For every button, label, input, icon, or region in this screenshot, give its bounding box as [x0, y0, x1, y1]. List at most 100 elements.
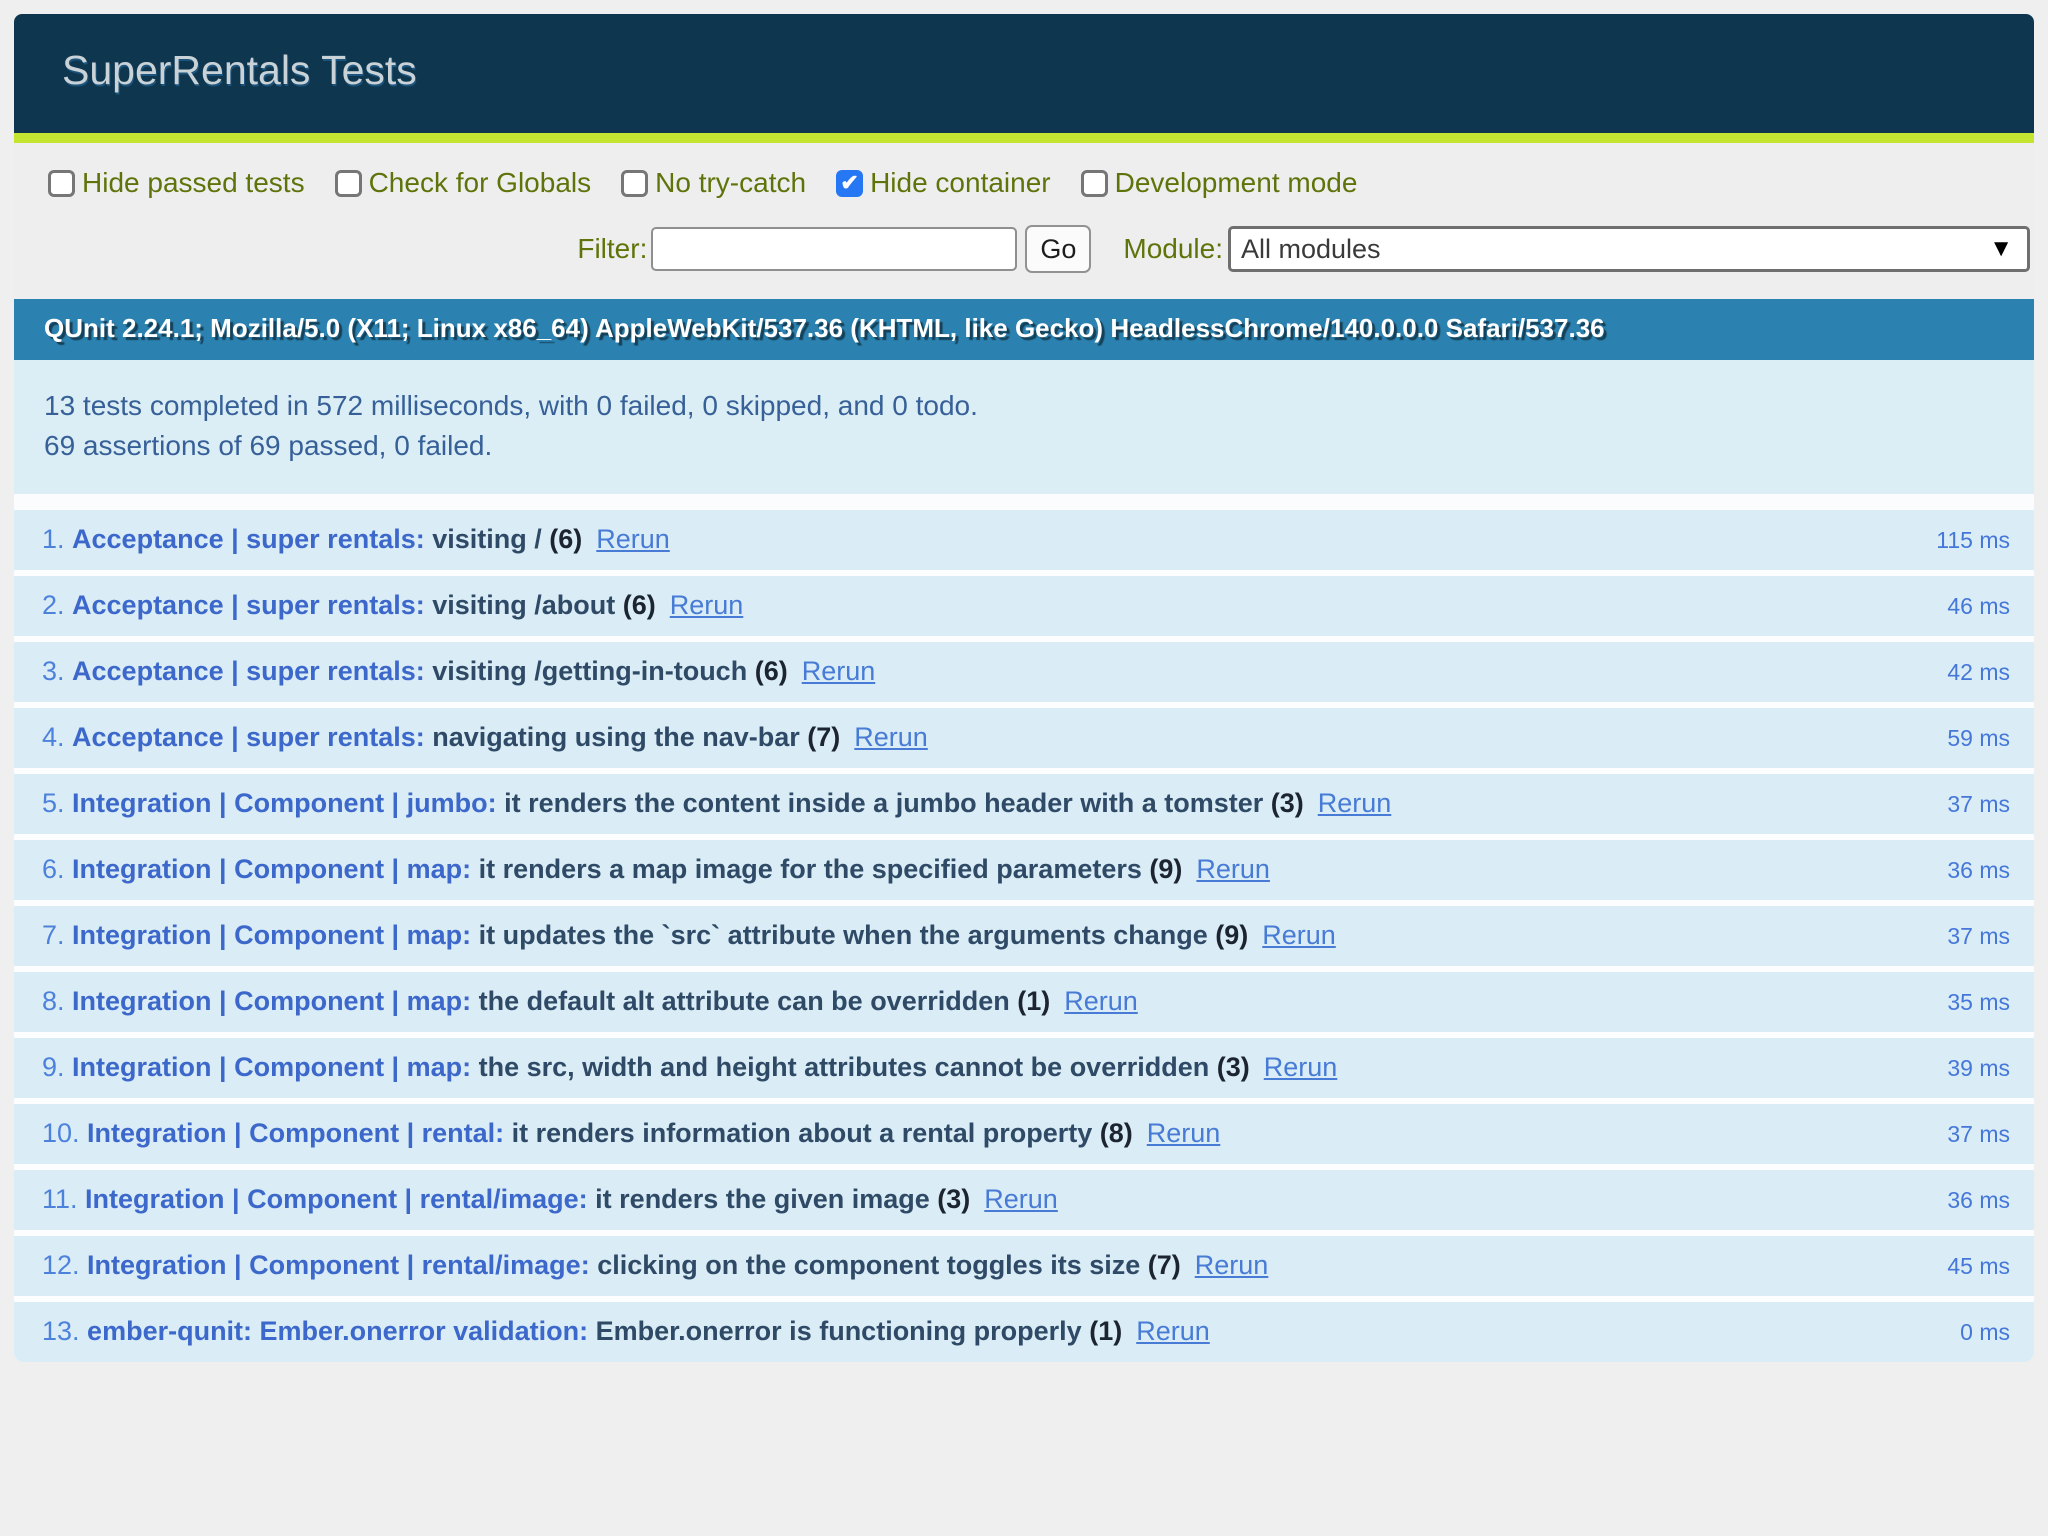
- checkbox-label: Check for Globals: [369, 167, 592, 199]
- module-selected-value: All modules: [1241, 234, 1381, 265]
- rerun-link[interactable]: Rerun: [1196, 854, 1270, 884]
- rerun-link[interactable]: Rerun: [854, 722, 928, 752]
- rerun-link[interactable]: Rerun: [670, 590, 744, 620]
- checkbox-box-icon[interactable]: [621, 170, 648, 197]
- assert-count: (6): [755, 656, 788, 686]
- test-runtime: 59 ms: [1947, 725, 2010, 752]
- test-number: 9.: [42, 1052, 72, 1082]
- assert-count: (8): [1100, 1118, 1133, 1148]
- test-runtime: 36 ms: [1947, 857, 2010, 884]
- checkbox-box-icon[interactable]: [1081, 170, 1108, 197]
- module-name: Acceptance | super rentals:: [72, 590, 432, 620]
- test-number: 5.: [42, 788, 72, 818]
- useragent-bar: QUnit 2.24.1; Mozilla/5.0 (X11; Linux x8…: [14, 299, 2034, 360]
- pass-status-banner: [14, 133, 2034, 143]
- test-name: it renders the given image: [595, 1184, 937, 1214]
- checkbox-row: Hide passed tests Check for Globals No try…: [48, 167, 2030, 199]
- test-row: 59 ms 4. Acceptance | super rentals: navi…: [14, 708, 2034, 774]
- assert-count: (6): [623, 590, 656, 620]
- test-name: it renders information about a rental pr…: [512, 1118, 1100, 1148]
- checkbox-no-try-catch[interactable]: No try-catch: [621, 167, 806, 199]
- checkbox-check-for-globals[interactable]: Check for Globals: [335, 167, 592, 199]
- assert-count: (9): [1149, 854, 1182, 884]
- assert-count: (7): [807, 722, 840, 752]
- results-container: 13 tests completed in 572 milliseconds, …: [14, 360, 2034, 1362]
- test-summary-line2: 69 assertions of 69 passed, 0 failed.: [44, 426, 2004, 466]
- test-runtime: 36 ms: [1947, 1187, 2010, 1214]
- checkbox-box-icon[interactable]: [335, 170, 362, 197]
- module-name: Acceptance | super rentals:: [72, 656, 432, 686]
- toolbar: Hide passed tests Check for Globals No try…: [14, 143, 2034, 299]
- rerun-link[interactable]: Rerun: [1318, 788, 1392, 818]
- test-number: 2.: [42, 590, 72, 620]
- checkbox-hide-passed-tests[interactable]: Hide passed tests: [48, 167, 305, 199]
- test-number: 4.: [42, 722, 72, 752]
- header: SuperRentals Tests: [14, 14, 2034, 133]
- checkbox-hide-container[interactable]: ✔Hide container: [836, 167, 1051, 199]
- rerun-link[interactable]: Rerun: [802, 656, 876, 686]
- page-title: SuperRentals Tests: [62, 50, 1986, 91]
- test-runtime: 45 ms: [1947, 1253, 2010, 1280]
- checkbox-box-icon[interactable]: [48, 170, 75, 197]
- test-number: 11.: [42, 1184, 85, 1214]
- filter-input[interactable]: [651, 227, 1017, 271]
- rerun-link[interactable]: Rerun: [1064, 986, 1138, 1016]
- module-name: Integration | Component | map:: [72, 1052, 479, 1082]
- module-name: Integration | Component | rental:: [87, 1118, 512, 1148]
- assert-count: (9): [1215, 920, 1248, 950]
- rerun-link[interactable]: Rerun: [1264, 1052, 1338, 1082]
- module-name: Integration | Component | jumbo:: [72, 788, 504, 818]
- module-name: ember-qunit: Ember.onerror validation:: [87, 1316, 596, 1346]
- test-number: 10.: [42, 1118, 87, 1148]
- test-name: navigating using the nav-bar: [432, 722, 807, 752]
- check-icon: ✔: [840, 172, 858, 194]
- test-number: 8.: [42, 986, 72, 1016]
- module-name: Acceptance | super rentals:: [72, 524, 432, 554]
- test-runtime: 42 ms: [1947, 659, 2010, 686]
- rerun-link[interactable]: Rerun: [1262, 920, 1336, 950]
- rerun-link[interactable]: Rerun: [596, 524, 670, 554]
- rerun-link[interactable]: Rerun: [984, 1184, 1058, 1214]
- test-name: the default alt attribute can be overrid…: [479, 986, 1018, 1016]
- checkbox-box-icon[interactable]: ✔: [836, 170, 863, 197]
- checkbox-development-mode[interactable]: Development mode: [1081, 167, 1358, 199]
- test-row: 37 ms5. Integration | Component | jumbo:…: [14, 774, 2034, 840]
- rerun-link[interactable]: Rerun: [1136, 1316, 1210, 1346]
- chevron-down-icon: ▼: [1989, 235, 2013, 263]
- test-runtime: 37 ms: [1947, 1121, 2010, 1148]
- assert-count: (7): [1148, 1250, 1181, 1280]
- test-runtime: 0 ms: [1960, 1319, 2010, 1346]
- checkbox-label: Development mode: [1115, 167, 1358, 199]
- test-row: 35 ms8. Integration | Component | map: t…: [14, 972, 2034, 1038]
- test-row: 37 ms7. Integration | Component | map: i…: [14, 906, 2034, 972]
- test-name: the src, width and height attributes can…: [479, 1052, 1217, 1082]
- assert-count: (3): [937, 1184, 970, 1214]
- test-row: 115 ms1. Acceptance | super rentals: vis…: [14, 510, 2034, 576]
- test-summary-line1: 13 tests completed in 572 milliseconds, …: [44, 386, 2004, 426]
- assert-count: (1): [1089, 1316, 1122, 1346]
- rerun-link[interactable]: Rerun: [1147, 1118, 1221, 1148]
- filter-row: Filter: Go Module: All modules ▼: [48, 225, 2030, 273]
- test-name: visiting /about: [432, 590, 623, 620]
- test-name: it renders the content inside a jumbo he…: [504, 788, 1271, 818]
- module-name: Acceptance | super rentals:: [72, 722, 432, 752]
- test-number: 12.: [42, 1250, 87, 1280]
- test-number: 1.: [42, 524, 72, 554]
- test-number: 6.: [42, 854, 72, 884]
- module-name: Integration | Component | rental/image:: [87, 1250, 597, 1280]
- module-name: Integration | Component | map:: [72, 854, 479, 884]
- test-row: 36 ms11. Integration | Component | renta…: [14, 1170, 2034, 1236]
- go-button[interactable]: Go: [1025, 225, 1091, 273]
- module-select[interactable]: All modules ▼: [1228, 226, 2030, 272]
- test-number: 3.: [42, 656, 72, 686]
- test-number: 13.: [42, 1316, 87, 1346]
- test-row: 45 ms 12. Integration | Component | renta…: [14, 1236, 2034, 1302]
- test-runtime: 115 ms: [1936, 527, 2010, 554]
- module-name: Integration | Component | map:: [72, 920, 479, 950]
- rerun-link[interactable]: Rerun: [1195, 1250, 1269, 1280]
- test-row: 36 ms6. Integration | Component | map: i…: [14, 840, 2034, 906]
- assert-count: (3): [1271, 788, 1304, 818]
- test-list: 115 ms 1. Acceptance | super rentals: vis…: [14, 510, 2034, 1362]
- checkbox-label: No try-catch: [655, 167, 806, 199]
- filter-label: Filter:: [577, 233, 647, 265]
